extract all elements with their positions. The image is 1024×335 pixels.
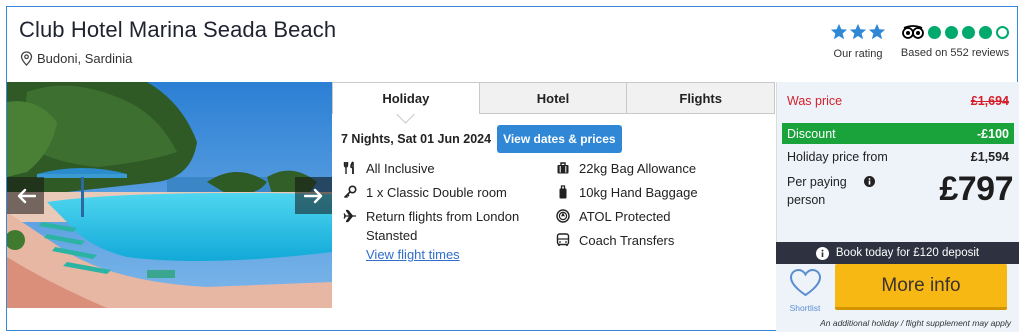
deposit-banner: Book today for £120 deposit — [776, 242, 1019, 264]
info-icon[interactable] — [864, 176, 875, 187]
next-photo-button[interactable] — [295, 177, 332, 214]
was-price-value: £1,694 — [970, 94, 1009, 108]
map-pin-icon — [20, 51, 33, 66]
feature-atol: ATOL Protected — [556, 207, 749, 226]
arrow-right-icon — [303, 188, 322, 203]
hotel-photo-carousel[interactable] — [7, 82, 332, 308]
feature-board: All Inclusive — [343, 159, 536, 178]
flight-description: Return flights from London Stansted — [366, 209, 520, 243]
rating-bubble-filled — [927, 25, 941, 39]
hotel-card: Club Hotel Marina Seada Beach Budoni, Sa… — [6, 6, 1019, 332]
shortlist-label: Shortlist — [789, 303, 821, 313]
discount-row: Discount -£100 — [782, 123, 1014, 144]
coach-icon — [556, 233, 570, 246]
heart-icon — [789, 268, 821, 297]
bag-allowance: 22kg Bag Allowance — [579, 161, 697, 176]
feature-hand-baggage: 10kg Hand Baggage — [556, 183, 749, 202]
tab-holiday[interactable]: Holiday — [332, 82, 480, 114]
tab-hotel[interactable]: Hotel — [479, 82, 628, 114]
plane-icon — [343, 209, 356, 223]
hotel-title[interactable]: Club Hotel Marina Seada Beach — [19, 17, 336, 43]
atol-protection-icon — [556, 209, 570, 223]
rating-bubble-filled — [961, 25, 975, 39]
star-icon — [830, 23, 848, 40]
deposit-text: Book today for £120 deposit — [835, 247, 980, 259]
trip-dates: 7 Nights, Sat 01 Jun 2024 — [341, 132, 492, 146]
star-icon — [849, 23, 867, 40]
star-rating — [827, 23, 889, 41]
cutlery-icon — [343, 161, 354, 174]
more-info-button[interactable]: More info — [835, 264, 1007, 310]
dates-row: 7 Nights, Sat 01 Jun 2024 View dates & p… — [341, 125, 622, 153]
flight-info: Return flights from London Stansted View… — [366, 207, 536, 264]
action-area: Shortlist More info An additional holida… — [776, 264, 1019, 332]
board-basis: All Inclusive — [366, 161, 435, 176]
tripadvisor-owl-icon — [901, 25, 924, 39]
supplement-note: An additional holiday / flight supplemen… — [820, 318, 1011, 328]
hotel-pool-photo — [7, 82, 332, 308]
tab-flights[interactable]: Flights — [627, 82, 776, 114]
hotel-location: Budoni, Sardinia — [20, 51, 132, 66]
atol-protected: ATOL Protected — [579, 209, 671, 224]
location-text: Budoni, Sardinia — [37, 51, 133, 66]
holiday-price-row: Holiday price from £1,594 — [787, 150, 1009, 164]
holiday-price-value: £1,594 — [970, 150, 1009, 164]
suitcase-icon — [557, 162, 569, 174]
rating-bubble-filled — [944, 25, 958, 39]
per-paying-label: Per paying person — [787, 175, 847, 207]
feature-transfers: Coach Transfers — [556, 231, 749, 250]
was-price-label: Was price — [787, 94, 843, 108]
view-flight-times-link[interactable]: View flight times — [366, 245, 536, 264]
price-panel: Was price £1,694 Discount -£100 Holiday … — [776, 82, 1019, 242]
previous-photo-button[interactable] — [7, 177, 44, 214]
shortlist-button[interactable]: Shortlist — [785, 268, 825, 313]
key-icon — [343, 185, 357, 199]
holiday-price-label: Holiday price from — [787, 150, 888, 164]
view-dates-prices-button[interactable]: View dates & prices — [497, 125, 622, 153]
feature-room: 1 x Classic Double room — [343, 183, 536, 202]
star-icon — [868, 23, 886, 40]
info-icon — [815, 246, 829, 260]
discount-label: Discount — [787, 126, 836, 141]
per-person-price: £797 — [939, 170, 1013, 208]
tripadvisor-rating[interactable]: Based on 552 reviews — [895, 25, 1015, 59]
details-tabs: Holiday Hotel Flights — [332, 82, 776, 114]
transfers: Coach Transfers — [579, 233, 675, 248]
feature-flights: Return flights from London Stansted View… — [343, 207, 536, 264]
our-rating-label: Our rating — [833, 48, 883, 60]
feature-bag-allowance: 22kg Bag Allowance — [556, 159, 749, 178]
discount-value: -£100 — [977, 126, 1009, 141]
arrow-left-icon — [17, 188, 36, 203]
reviews-count: Based on 552 reviews — [900, 47, 1010, 59]
was-price-row: Was price £1,694 — [787, 94, 1009, 108]
hand-luggage-icon — [559, 185, 567, 199]
rating-bubble-empty — [995, 25, 1009, 39]
hand-baggage: 10kg Hand Baggage — [579, 185, 698, 200]
rating-bubble-filled — [978, 25, 992, 39]
our-rating: Our rating — [827, 23, 889, 60]
room-type: 1 x Classic Double room — [366, 185, 507, 200]
